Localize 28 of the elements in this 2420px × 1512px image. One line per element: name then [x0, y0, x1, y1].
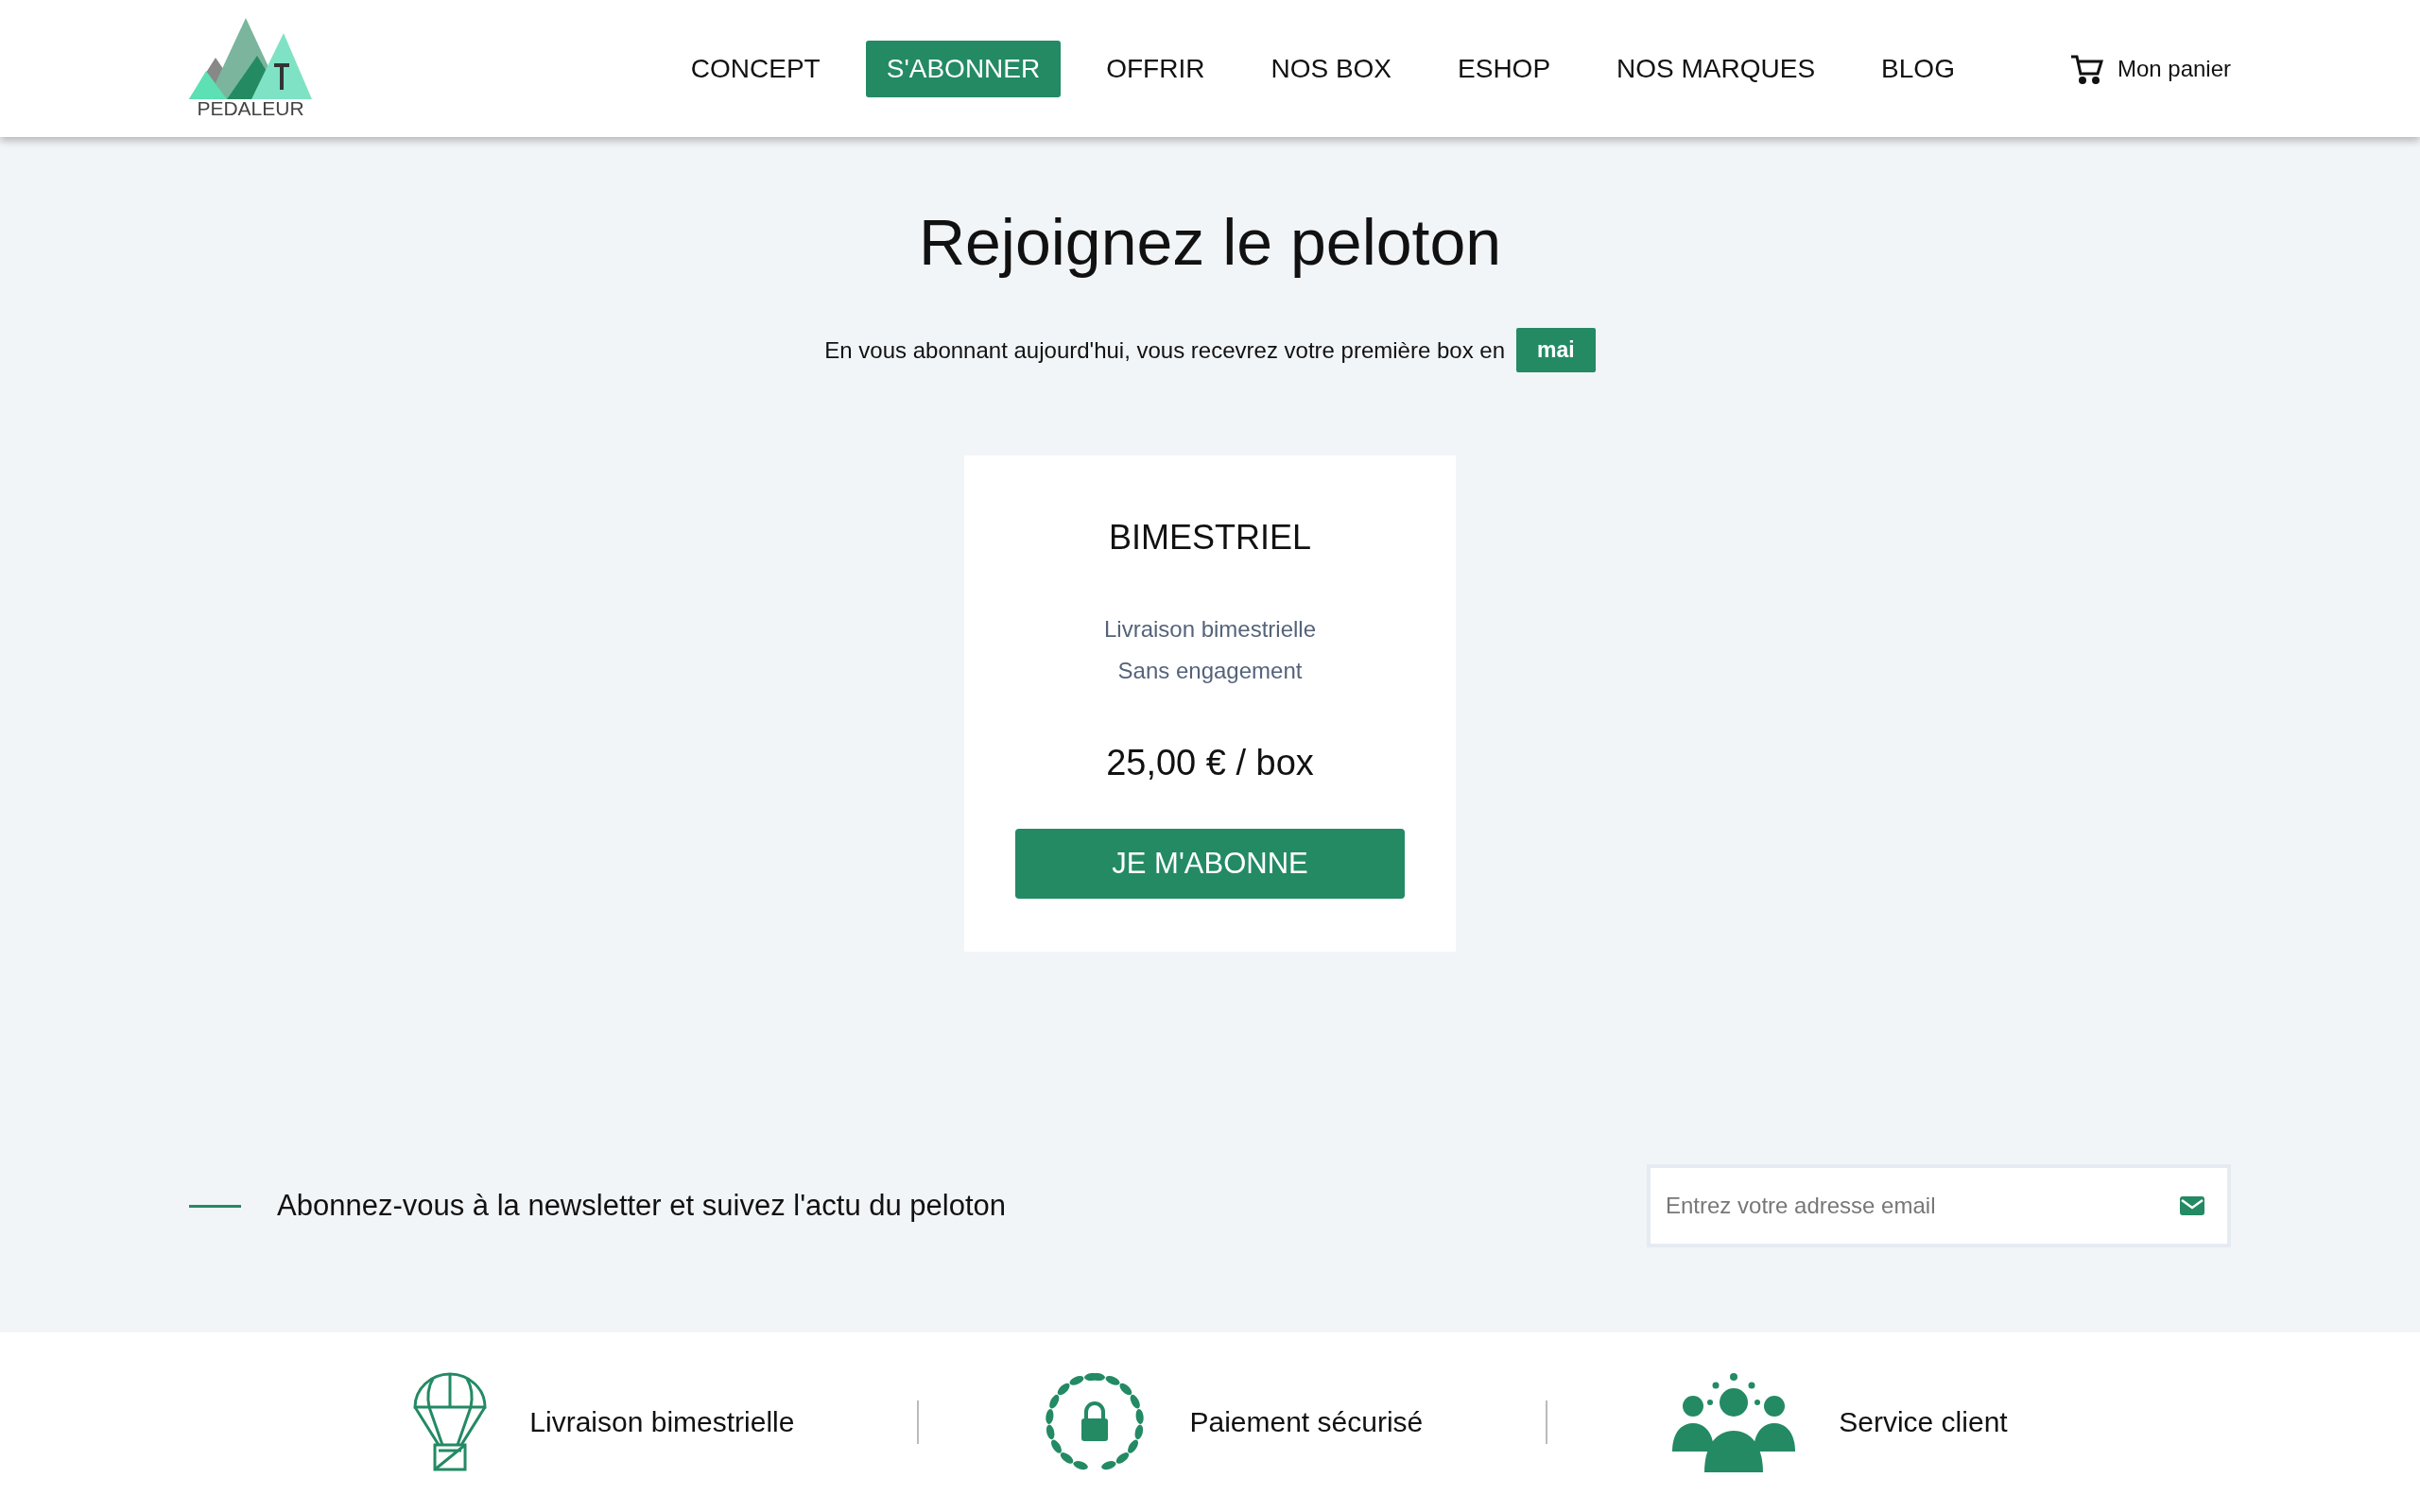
subtitle: En vous abonnant aujourd'hui, vous recevrez votre première box en: [824, 336, 1505, 364]
team-icon: [1670, 1372, 1798, 1472]
nav-link[interactable]: BLOG: [1860, 40, 1976, 97]
nav-link[interactable]: ESHOP: [1437, 40, 1572, 97]
nav-link[interactable]: OFFRIR: [1085, 40, 1226, 97]
accent-dash: [189, 1204, 241, 1208]
parachute-icon: [412, 1371, 489, 1473]
email-field[interactable]: Entrez votre adresse email: [1647, 1164, 2231, 1247]
feature-label: Service client: [1839, 1406, 2008, 1438]
month-tag: mai: [1516, 328, 1596, 372]
feature-label: Livraison bimestrielle: [529, 1406, 795, 1438]
nav-link[interactable]: NOS MARQUES: [1596, 40, 1837, 97]
plan-feature: Livraison bimestrielle: [1103, 616, 1317, 643]
feature-label: Paiement sécurisé: [1189, 1406, 1424, 1438]
subscribe-button[interactable]: JE M'ABONNE: [1015, 829, 1405, 899]
shopping-cart-icon: [2069, 53, 2104, 84]
mountain-logo-icon: [189, 17, 312, 99]
plan-feature: Sans engagement: [1117, 658, 1303, 684]
nav-link[interactable]: CONCEPT: [669, 40, 841, 97]
plan-name: BIMESTRIEL: [1108, 518, 1312, 558]
logo-wordmark[interactable]: PEDALEUR: [197, 96, 304, 120]
newsletter-text: Abonnez-vous à la newsletter et suivez l'actu du peloton: [277, 1189, 1007, 1223]
page-title: Rejoignez le peloton: [918, 205, 1502, 279]
cart-link[interactable]: Mon panier: [2069, 53, 2231, 84]
nav-link[interactable]: S'ABONNER: [865, 40, 1062, 97]
envelope-icon[interactable]: [2180, 1196, 2204, 1215]
nav-link[interactable]: NOS BOX: [1250, 40, 1413, 97]
plan-price: 25,00 € / box: [1106, 743, 1314, 783]
